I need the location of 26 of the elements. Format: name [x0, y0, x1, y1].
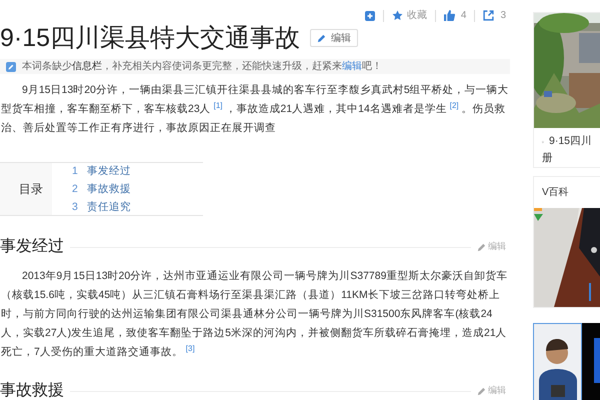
favorite-button[interactable]: 收藏	[392, 8, 427, 23]
edit-button[interactable]: 编辑	[310, 29, 358, 47]
like-button[interactable]: 4	[444, 8, 466, 23]
page-title: 9·15四川渠县特大交通事故	[0, 23, 300, 53]
share-button[interactable]: 3	[483, 8, 506, 23]
section-paragraph: 2013年9月15日13时20分许，达州市亚通运业有限公司一辆号牌为川S37789重型斯太尔豪沃自卸货车（核载15.6吨，实载45吨）从三汇镇石膏料场行至渠县渠汇路（县道）11KM长下坡三岔路口转弯处桥上时，与前方同向行驶的达州运输集团有限公司渠县通林分公司一辆号牌为川S31500东风牌客车(核载24人，实载27人)发生追尾，致使客车翻坠于路边5米深的河沟内，并被侧翻货车所载碎石膏掩埋，造成21人死亡，7人受伤的重大道路交通事故。 $^{[3]}$	[0, 269, 508, 360]
toc-item[interactable]: 3 责任追究	[72, 199, 131, 215]
toc-item[interactable]: 1 事发经过	[72, 163, 131, 179]
pencil-icon	[477, 386, 486, 396]
edit-link[interactable]: 编辑	[342, 61, 362, 72]
intro-paragraph: 9月15日13时20分许，一辆由渠县三汇镇开往渠县县城的客车行至李馥乡真武村5组平桥处，与一辆大型货车相撞，客车翻至桥下，客车核载23人 $^{[1]}$ ，事故造成21人遇难，其中14名遇难者是学生 $^{[2]}$ 。伤员救治、善后处置等工作正有序进行，事故原因正在展开调查	[0, 83, 510, 136]
add-icon[interactable]	[364, 10, 375, 20]
star-icon	[392, 10, 403, 21]
section-heading: 事故救援	[0, 380, 64, 400]
album-caption[interactable]: 册	[542, 150, 592, 167]
notice-text: 本词条缺少信息栏，补充相关内容使词条更完整，还能快速升级，赶紧来编辑吧！	[22, 60, 382, 74]
toc-item[interactable]: 2 事故救援	[72, 181, 131, 197]
thumbs-up-icon	[444, 10, 455, 21]
toc-label: 目录	[19, 181, 43, 198]
pencil-icon	[477, 242, 486, 252]
pencil-icon	[6, 62, 16, 72]
section-heading: 事发经过	[0, 236, 64, 257]
pencil-icon	[317, 34, 326, 42]
album-caption[interactable]: 9·15四川	[548, 133, 592, 150]
section-title: V百科	[541, 186, 570, 200]
share-icon	[483, 10, 494, 21]
